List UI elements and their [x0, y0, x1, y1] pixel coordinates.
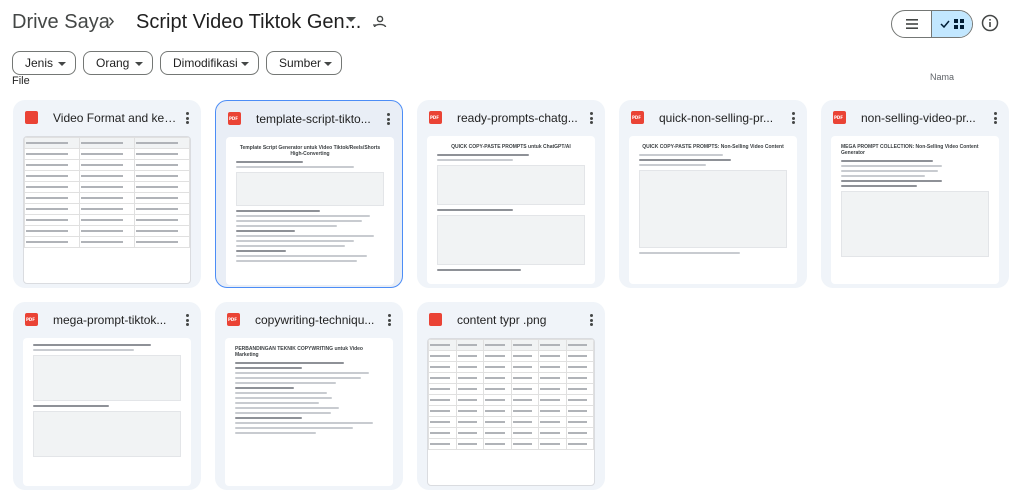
filter-source-label: Sumber [279, 56, 322, 70]
more-vert-icon[interactable] [181, 110, 193, 126]
file-card-header: Video Format and key... [13, 100, 201, 136]
filter-people-label: Orang [96, 56, 130, 70]
filter-source-chip[interactable]: Sumber [266, 51, 342, 75]
file-name: template-script-tikto... [256, 112, 371, 126]
grid-view-button[interactable] [932, 11, 972, 37]
file-card[interactable]: template-script-tikto... Template Script… [215, 100, 403, 288]
thumbnail-heading: Template Script Generator untuk Video Ti… [239, 145, 381, 157]
file-thumbnail: PERBANDINGAN TEKNIK COPYWRITING untuk Vi… [225, 338, 393, 486]
check-icon [940, 20, 950, 28]
file-name: Video Format and key... [53, 111, 177, 125]
pdf-file-icon [833, 111, 846, 124]
thumbnail-heading: PERBANDINGAN TEKNIK COPYWRITING untuk Vi… [235, 346, 363, 358]
shared-folder-icon[interactable] [372, 14, 388, 30]
breadcrumb-separator: › [108, 10, 115, 32]
chevron-down-icon [241, 62, 249, 66]
more-vert-icon[interactable] [382, 111, 394, 127]
more-vert-icon[interactable] [989, 110, 1001, 126]
more-vert-icon[interactable] [787, 110, 799, 126]
list-view-icon [905, 19, 918, 29]
chevron-down-icon [324, 62, 332, 66]
file-thumbnail [23, 338, 191, 486]
thumbnail-heading: QUICK COPY-PASTE PROMPTS untuk ChatGPT/A… [451, 144, 571, 150]
file-name: mega-prompt-tiktok... [53, 313, 167, 327]
file-thumbnail: QUICK COPY-PASTE PROMPTS untuk ChatGPT/A… [427, 136, 595, 284]
file-thumbnail: QUICK COPY-PASTE PROMPTS: Non-Selling Vi… [629, 136, 797, 284]
filter-type-label: Jenis [25, 56, 54, 70]
file-thumbnail [427, 338, 595, 486]
file-card-header: template-script-tikto... [216, 101, 402, 137]
thumbnail-table [24, 137, 190, 248]
more-vert-icon[interactable] [585, 312, 597, 328]
filter-modified-chip[interactable]: Dimodifikasi [160, 51, 259, 75]
breadcrumb-current-folder[interactable]: Script Video Tiktok Gen... [136, 11, 361, 34]
file-name: quick-non-selling-pr... [659, 111, 774, 125]
pdf-file-icon [429, 111, 442, 124]
file-card[interactable]: copywriting-techniqu... PERBANDINGAN TEK… [215, 302, 403, 490]
thumbnail-table [428, 339, 594, 450]
pdf-file-icon [228, 112, 241, 125]
more-vert-icon[interactable] [585, 110, 597, 126]
pdf-file-icon [25, 313, 38, 326]
file-card[interactable]: non-selling-video-pr... MEGA PROMPT COLL… [821, 100, 1009, 288]
folder-menu-caret-icon[interactable] [346, 17, 356, 22]
list-view-button[interactable] [892, 11, 932, 37]
file-name: ready-prompts-chatg... [457, 111, 578, 125]
thumbnail-heading: MEGA PROMPT COLLECTION: Non-Selling Vide… [841, 144, 979, 156]
file-card-header: ready-prompts-chatg... [417, 100, 605, 136]
file-card[interactable]: content typr .png [417, 302, 605, 490]
file-thumbnail: MEGA PROMPT COLLECTION: Non-Selling Vide… [831, 136, 999, 284]
filter-modified-label: Dimodifikasi [173, 56, 238, 70]
file-thumbnail: Template Script Generator untuk Video Ti… [226, 137, 394, 285]
file-name: content typr .png [457, 313, 547, 327]
image-file-icon [25, 111, 38, 124]
more-vert-icon[interactable] [181, 312, 193, 328]
file-card-header: non-selling-video-pr... [821, 100, 1009, 136]
view-toggle [891, 10, 973, 38]
file-card-header: copywriting-techniqu... [215, 302, 403, 338]
more-vert-icon[interactable] [383, 312, 395, 328]
chevron-down-icon [58, 62, 66, 66]
file-name: copywriting-techniqu... [255, 313, 375, 327]
file-card[interactable]: mega-prompt-tiktok... [13, 302, 201, 490]
file-thumbnail [23, 136, 191, 284]
pdf-file-icon [631, 111, 644, 124]
drive-header: Drive Saya › Script Video Tiktok Gen... [0, 0, 1024, 46]
breadcrumb-root[interactable]: Drive Saya [12, 11, 110, 34]
files-section-label: File [12, 75, 30, 87]
file-card-header: content typr .png [417, 302, 605, 338]
filter-type-chip[interactable]: Jenis [12, 51, 76, 75]
pdf-file-icon [227, 313, 240, 326]
file-card[interactable]: ready-prompts-chatg... QUICK COPY-PASTE … [417, 100, 605, 288]
thumbnail-heading: QUICK COPY-PASTE PROMPTS: Non-Selling Vi… [642, 144, 784, 150]
file-card-header: mega-prompt-tiktok... [13, 302, 201, 338]
chevron-down-icon [135, 62, 143, 66]
filter-people-chip[interactable]: Orang [83, 51, 153, 75]
file-card[interactable]: Video Format and key... [13, 100, 201, 288]
image-file-icon [429, 313, 442, 326]
grid-view-icon [954, 19, 964, 29]
file-card[interactable]: quick-non-selling-pr... QUICK COPY-PASTE… [619, 100, 807, 288]
file-card-header: quick-non-selling-pr... [619, 100, 807, 136]
file-name: non-selling-video-pr... [861, 111, 976, 125]
info-icon[interactable] [981, 14, 999, 32]
sort-by-name-button[interactable]: Nama [930, 72, 954, 82]
